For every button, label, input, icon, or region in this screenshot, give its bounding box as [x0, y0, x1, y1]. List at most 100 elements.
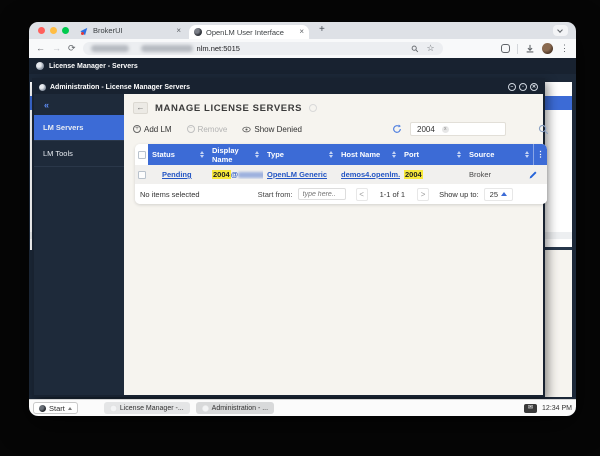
redacted-display-name [238, 172, 263, 179]
sort-icon[interactable] [200, 151, 204, 158]
tab-close-icon[interactable]: × [176, 26, 181, 35]
mail-icon[interactable]: ✉ [524, 403, 538, 413]
main-content: ← MANAGE LICENSE SERVERS + Add LM − Remo… [124, 94, 557, 395]
tab-openlm[interactable]: OpenLM User Interface × [189, 25, 309, 39]
show-denied-button[interactable]: Show Denied [242, 125, 302, 134]
brokerui-favicon [80, 25, 90, 35]
table-footer: No items selected Start from: < 1-1 of 1… [135, 184, 547, 204]
app-taskbar: Start License Manager -... Administratio… [29, 399, 576, 416]
show-up-to-label: Show up to: [439, 189, 479, 199]
selection-status: No items selected [140, 189, 200, 199]
eye-icon [242, 126, 251, 132]
table-row[interactable]: Pending 2004@... OpenLM Generic demos4.o… [135, 165, 547, 184]
tab-label: OpenLM User Interface [206, 27, 284, 37]
host-name-link[interactable]: demos4.openlm.net [341, 170, 400, 179]
browser-toolbar: ← → ⟳ nlm.net:5015 ☆ ⋮ [29, 39, 576, 58]
bookmark-star-icon[interactable]: ☆ [426, 43, 434, 54]
tab-close-icon[interactable]: × [299, 28, 304, 36]
desktop-background: BrokerUI × OpenLM User Interface × + ← →… [0, 0, 600, 456]
administration-title: Administration - License Manager Servers [50, 83, 191, 91]
column-header-port[interactable]: Port [400, 144, 465, 165]
tab-label: BrokerUI [93, 26, 123, 35]
page-size-select[interactable]: 25 [483, 187, 514, 201]
back-button[interactable]: ← [36, 44, 45, 53]
address-bar[interactable]: nlm.net:5015 ☆ [82, 42, 443, 55]
taskbar-item-administration[interactable]: Administration - ... [195, 402, 275, 414]
window-restore-icon[interactable]: ▫ [519, 83, 527, 91]
caret-up-icon [67, 406, 72, 410]
forward-button[interactable]: → [52, 44, 61, 53]
column-header-status[interactable]: Status [148, 144, 208, 165]
add-lm-button[interactable]: + Add LM [133, 125, 172, 134]
browser-tabstrip: BrokerUI × OpenLM User Interface × + [29, 22, 576, 39]
column-header-source[interactable]: Source [465, 144, 533, 165]
clear-search-icon[interactable]: x [441, 125, 449, 133]
type-link[interactable]: OpenLM Generic [267, 170, 327, 179]
previous-page-button[interactable]: < [355, 187, 368, 201]
select-all-checkbox[interactable] [137, 150, 146, 159]
sort-icon[interactable] [525, 151, 529, 158]
window-icon [109, 404, 117, 412]
column-header-host-name[interactable]: Host Name [337, 144, 400, 165]
macos-minimize-button[interactable] [50, 27, 57, 34]
page-back-button[interactable]: ← [133, 102, 148, 114]
minus-circle-icon: − [186, 125, 195, 133]
redacted-url-segment [140, 45, 193, 52]
downloads-icon[interactable] [525, 44, 535, 54]
sidebar-collapse-icon[interactable]: « [34, 94, 124, 115]
start-from-input[interactable] [297, 188, 346, 200]
remove-button[interactable]: − Remove [186, 125, 227, 134]
refresh-icon[interactable] [392, 124, 402, 134]
chevron-down-icon [557, 27, 563, 33]
tab-brokerui[interactable]: BrokerUI × [77, 22, 185, 39]
toolbar-divider [517, 43, 518, 54]
sort-icon[interactable] [329, 151, 333, 158]
search-icon[interactable] [538, 124, 549, 135]
extensions-icon[interactable] [501, 44, 510, 53]
window-icon [201, 404, 209, 412]
reload-button[interactable]: ⟳ [68, 44, 76, 53]
display-name-cell[interactable]: 2004@... [208, 170, 263, 179]
column-header-display-name[interactable]: Display Name [208, 144, 263, 165]
sidebar-item-lm-servers[interactable]: LM Servers [34, 115, 124, 141]
port-value: 2004 [404, 170, 423, 179]
macos-zoom-button[interactable] [62, 27, 69, 34]
administration-window: Administration - License Manager Servers… [32, 78, 549, 397]
macos-close-button[interactable] [38, 27, 45, 34]
browser-menu-icon[interactable]: ⋮ [560, 43, 569, 54]
loading-spinner-icon [309, 104, 318, 112]
license-servers-table: Status Display Name Type Host Name Port … [135, 144, 547, 204]
profile-avatar[interactable] [542, 43, 553, 54]
zoom-icon[interactable] [411, 45, 419, 53]
search-input[interactable]: 2004 x [410, 122, 506, 136]
new-tab-button[interactable]: + [319, 24, 325, 35]
start-icon [39, 404, 46, 412]
next-page-button[interactable]: > [417, 187, 430, 201]
openlm-logo-icon [36, 62, 44, 70]
page-size-value: 25 [489, 189, 499, 199]
pagination-range: 1-1 of 1 [379, 189, 406, 199]
openlm-logo-icon [39, 83, 46, 91]
sort-icon[interactable] [392, 151, 396, 158]
window-minimize-icon[interactable]: − [508, 83, 516, 91]
source-value: Broker [469, 170, 492, 179]
column-header-type[interactable]: Type [263, 144, 337, 165]
taskbar-item-license-manager[interactable]: License Manager -... [103, 402, 190, 414]
row-checkbox[interactable] [137, 170, 146, 179]
sidebar-item-lm-tools[interactable]: LM Tools [34, 141, 124, 167]
browser-window: BrokerUI × OpenLM User Interface × + ← →… [29, 22, 576, 416]
edit-pencil-icon[interactable] [528, 170, 538, 180]
app-topbar: License Manager - Servers [29, 58, 576, 74]
tab-search-button[interactable] [553, 25, 568, 36]
start-from-label: Start from: [257, 189, 293, 199]
plus-circle-icon: + [133, 125, 141, 133]
start-button[interactable]: Start [33, 402, 78, 414]
sort-icon[interactable] [255, 151, 259, 158]
window-close-icon[interactable]: ✕ [530, 83, 538, 91]
taskbar-clock: 12:34 PM [542, 404, 572, 412]
table-header-row: Status Display Name Type Host Name Port … [135, 144, 547, 165]
status-link[interactable]: Pending [162, 170, 192, 179]
sort-icon[interactable] [457, 151, 461, 158]
column-menu-icon[interactable]: ⋮ [533, 144, 547, 165]
administration-titlebar[interactable]: Administration - License Manager Servers… [34, 80, 543, 94]
